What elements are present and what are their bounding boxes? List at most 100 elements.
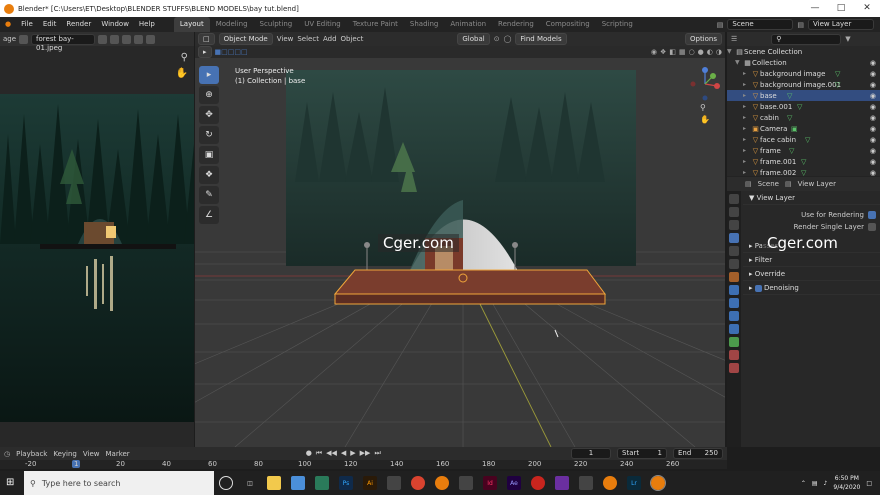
properties-view-layer-label[interactable]: View Layer [798,180,836,188]
particles-tab-icon[interactable] [729,298,739,308]
view-layer-tab-icon[interactable] [729,233,739,243]
start-frame-field[interactable]: Start 1 [617,448,667,459]
output-tab-icon[interactable] [729,220,739,230]
image-editor-mode[interactable]: age [3,35,16,43]
menu-add[interactable]: Add [323,35,337,43]
render-single-layer-checkbox[interactable] [868,223,876,231]
workspace-tab-rendering[interactable]: Rendering [492,17,540,32]
workspace-tab-uv-editing[interactable]: UV Editing [298,17,347,32]
visibility-eye-icon[interactable]: ◉ [870,59,876,67]
outliner-item-face-cabin[interactable]: ▸ ▽ face cabin ▽ ◉ [727,134,880,145]
editor-type-button[interactable]: □ [198,33,215,45]
after-effects-icon[interactable]: Ae [507,476,521,490]
3d-viewport-area[interactable]: □ Object Mode View Select Add Object Glo… [195,32,725,447]
menu-file[interactable]: File [16,17,38,32]
denoising-checkbox[interactable] [754,284,762,292]
blender-taskbar-icon[interactable] [603,476,617,490]
select-mode-icons[interactable]: ■□□□□ [215,48,248,56]
visibility-eye-icon[interactable]: ◉ [870,92,876,100]
menu-playback[interactable]: Playback [16,450,47,458]
play-reverse-icon[interactable]: ◀ [341,449,346,458]
visibility-eye-icon[interactable]: ◉ [870,147,876,155]
edge-icon[interactable] [315,476,329,490]
prev-keyframe-icon[interactable]: ◀◀ [326,449,337,458]
pin-icon[interactable] [134,34,144,44]
outliner-item-frame[interactable]: ▸ ▽ frame ▽ ◉ [727,145,880,156]
record-icon[interactable]: ● [306,449,312,458]
minimize-button[interactable]: — [802,0,828,17]
outliner-item-frame-001[interactable]: ▸ ▽ frame.001 ▽ ◉ [727,156,880,167]
visibility-icon[interactable]: ◉ [651,48,657,56]
outliner-item-camera[interactable]: ▸ ▣ Camera ▣ ◉ [727,123,880,134]
move-tool-icon[interactable]: ✥ [199,106,219,124]
network-icon[interactable]: ▤ [812,480,818,487]
render-tab-icon[interactable] [729,207,739,217]
world-tab-icon[interactable] [729,259,739,269]
blender-active-taskbar-icon[interactable] [650,475,666,491]
physics-tab-icon[interactable] [729,311,739,321]
options-dropdown[interactable]: Options [684,33,722,45]
blender-taskbar-icon[interactable] [435,476,449,490]
render-single-layer-row[interactable]: Render Single Layer [743,221,880,233]
visibility-eye-icon[interactable]: ◉ [870,103,876,111]
workspace-tab-sculpting[interactable]: Sculpting [254,17,299,32]
material-tab-icon[interactable] [729,350,739,360]
menu-select[interactable]: Select [297,35,319,43]
cursor-tool-icon[interactable]: ⊕ [199,86,219,104]
photoshop-icon[interactable]: Ps [339,476,353,490]
menu-keying[interactable]: Keying [53,450,77,458]
modifier-tab-icon[interactable] [729,285,739,295]
annotate-tool-icon[interactable]: ✎ [199,186,219,204]
notifications-icon[interactable]: □ [866,480,872,487]
view-options-icon[interactable] [146,34,156,44]
navigation-gizmo[interactable]: ⚲ ✋ [687,64,723,128]
clock[interactable]: 6:50 PM 9/4/2020 [833,474,860,492]
current-frame-field[interactable]: 1 [571,448,611,459]
windows-start-icon[interactable]: ⊞ [6,477,18,489]
view-layer-selector[interactable]: View Layer [808,19,874,30]
gizmo-icon[interactable]: ❖ [660,48,666,56]
menu-window[interactable]: Window [96,17,134,32]
volume-icon[interactable]: ♪ [824,480,828,487]
cortana-icon[interactable] [219,476,233,490]
blender-menu-icon[interactable]: ● [0,17,16,32]
select-tool-icon[interactable]: ▸ [199,66,219,84]
timeline-ruler[interactable]: -20 1 20 40 60 80 100 120 140 160 180 20… [0,460,727,469]
chrome-icon[interactable] [411,476,425,490]
section-denoising[interactable]: ▸ Denoising [743,281,880,295]
section-override[interactable]: ▸ Override [743,267,880,281]
tray-chevron-icon[interactable]: ⌃ [801,480,806,487]
file-explorer-icon[interactable] [267,476,281,490]
workspace-tab-scripting[interactable]: Scripting [596,17,639,32]
app-icon[interactable] [579,476,593,490]
outliner-item-base-001[interactable]: ▸ ▽ base.001 ▽ ◉ [727,101,880,112]
measure-tool-icon[interactable]: ∠ [199,206,219,224]
scale-tool-icon[interactable]: ▣ [199,146,219,164]
menu-view[interactable]: View [277,35,294,43]
close-button[interactable]: ✕ [854,0,880,17]
menu-render[interactable]: Render [61,17,96,32]
menu-help[interactable]: Help [134,17,160,32]
jump-end-icon[interactable]: ⏭ [374,449,380,458]
tool-tab-icon[interactable] [729,194,739,204]
workspace-tab-compositing[interactable]: Compositing [540,17,596,32]
shading-wireframe-icon[interactable]: ○ [689,48,695,56]
use-for-rendering-row[interactable]: Use for Rendering [743,209,880,221]
end-frame-field[interactable]: End 250 [673,448,723,459]
shading-material-icon[interactable]: ◐ [707,48,713,56]
app-icon[interactable] [459,476,473,490]
app-icon[interactable] [555,476,569,490]
task-view-icon[interactable]: ◫ [243,476,257,490]
workspace-tab-texture-paint[interactable]: Texture Paint [347,17,404,32]
use-for-rendering-checkbox[interactable] [868,211,876,219]
workspace-tab-shading[interactable]: Shading [404,17,444,32]
visibility-eye-icon[interactable]: ◉ [870,81,876,89]
outliner-root[interactable]: ▼ ▤ Scene Collection [727,46,880,57]
play-icon[interactable]: ▶ [350,449,355,458]
outliner-editor-icon[interactable]: ☰ [731,35,737,43]
section-filter[interactable]: ▸ Filter [743,253,880,267]
menu-edit[interactable]: Edit [38,17,62,32]
outliner-item-base[interactable]: ▸ ▽ base ▽ ◉ [727,90,880,101]
transform-tool-icon[interactable]: ❖ [199,166,219,184]
unlink-image-icon[interactable] [122,34,132,44]
